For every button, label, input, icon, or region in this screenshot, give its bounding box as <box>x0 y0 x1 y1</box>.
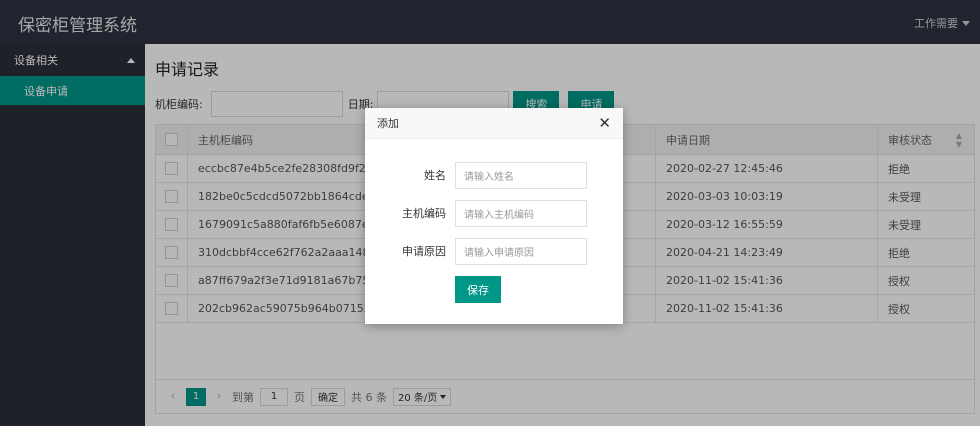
name-label: 姓名 <box>424 169 446 182</box>
host-code-input[interactable]: 请输入主机编码 <box>455 199 587 227</box>
form-row-name: 姓名 请输入姓名 <box>365 161 623 189</box>
form-row-host-code: 主机编码 请输入主机编码 <box>365 199 623 227</box>
close-icon[interactable]: ✕ <box>598 115 611 131</box>
dialog-header: 添加 ✕ <box>365 108 623 139</box>
host-code-label: 主机编码 <box>402 207 446 220</box>
form-row-reason: 申请原因 请输入申请原因 <box>365 237 623 265</box>
add-dialog: 添加 ✕ 姓名 请输入姓名 主机编码 请输入主机编码 申请原因 请输入申请原因 … <box>365 108 623 324</box>
reason-input[interactable]: 请输入申请原因 <box>455 237 587 265</box>
dialog-title: 添加 <box>377 117 399 130</box>
reason-label: 申请原因 <box>402 245 446 258</box>
save-button[interactable]: 保存 <box>455 276 501 303</box>
name-input[interactable]: 请输入姓名 <box>455 161 587 189</box>
